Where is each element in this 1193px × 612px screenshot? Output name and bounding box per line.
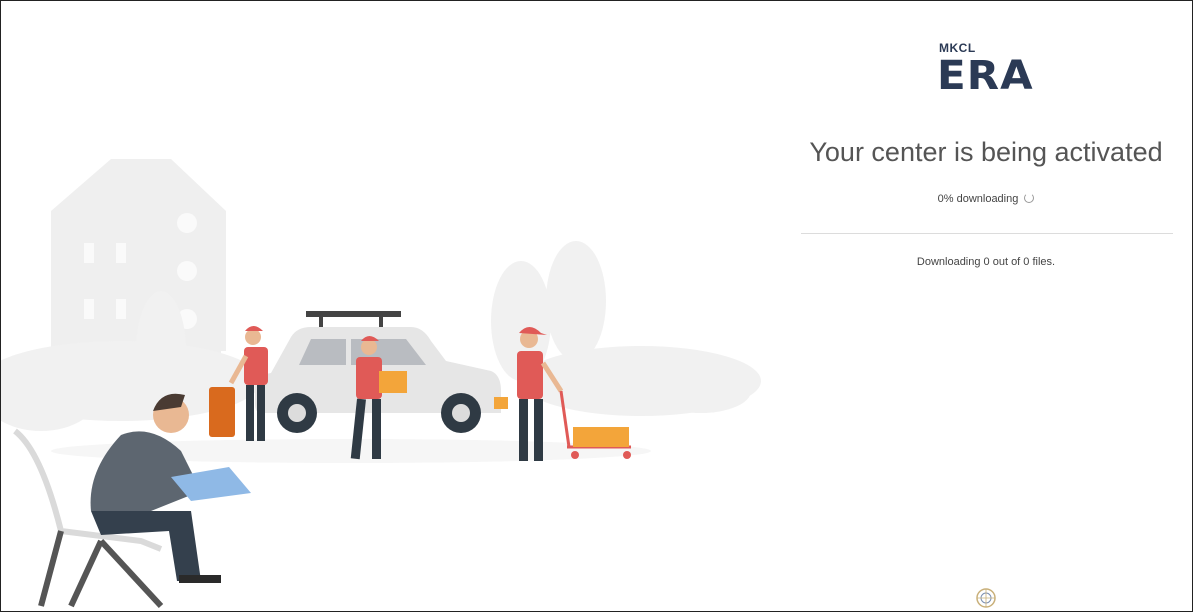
emblem-icon [976,588,996,608]
mkcl-era-logo: MKCL ERA [937,41,1039,105]
activation-screen: MKCL ERA Your center is being activated … [0,0,1193,612]
activation-status-panel: MKCL ERA Your center is being activated … [791,1,1186,611]
divider [801,233,1173,234]
logo-big-text: ERA [937,53,1034,99]
page-title: Your center is being activated [809,137,1163,167]
download-progress: 0% downloading [791,193,1181,205]
activation-illustration [1,159,761,609]
files-status-text: Downloading 0 out of 0 files. [916,256,1056,268]
download-progress-text: 0% downloading [937,193,1019,205]
loading-spinner-icon [1024,193,1035,203]
